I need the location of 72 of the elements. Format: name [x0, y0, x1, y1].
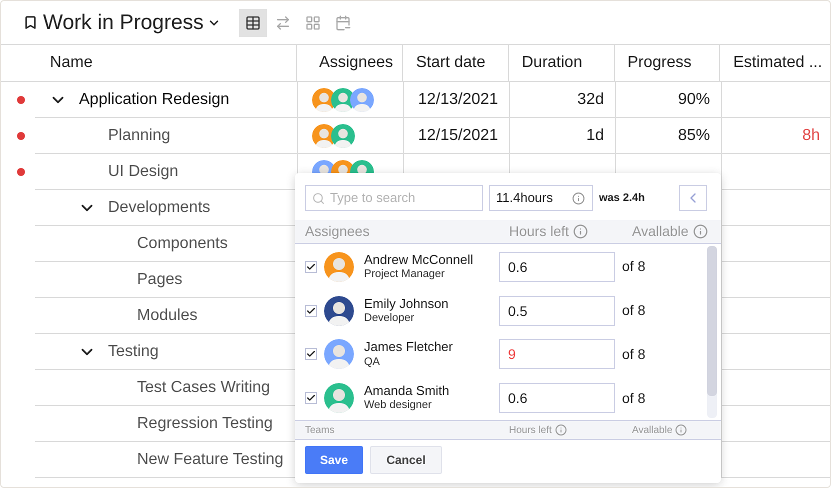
flow-view-icon — [274, 14, 291, 30]
available-hours: of 8 — [622, 257, 646, 276]
bookmark-icon — [23, 15, 38, 30]
person-role: QA — [364, 356, 381, 370]
cancel-button[interactable]: Cancel — [370, 446, 442, 474]
percent-complete-text: 85% — [678, 126, 710, 146]
column-header: Hours left — [509, 222, 569, 241]
info-icon[interactable] — [572, 192, 585, 204]
grid-view-icon — [304, 14, 321, 30]
duration: 1d — [586, 126, 604, 146]
column-header: Progress — [628, 53, 692, 73]
info-icon[interactable] — [572, 224, 588, 239]
task-name: Developments — [108, 198, 210, 218]
back-button[interactable] — [679, 185, 707, 211]
person-name: Emily Johnson — [364, 296, 450, 312]
person-name: Amanda Smith — [364, 383, 450, 400]
task-name: Application Redesign — [79, 90, 230, 110]
duration: 32d — [577, 90, 604, 110]
person-role: Project Manager — [364, 268, 446, 282]
column-header: Assignees — [319, 53, 393, 73]
start-date: 12/13/2021 — [418, 90, 498, 110]
info-icon[interactable] — [554, 424, 567, 436]
column-header: Hours left — [509, 424, 552, 438]
available-hours: of 8 — [622, 388, 646, 408]
column-header: Assignees — [305, 222, 371, 241]
hours-input[interactable]: 9 — [499, 339, 615, 370]
available-hours: of 8 — [622, 344, 646, 364]
hours-input[interactable]: 0.6 — [499, 383, 615, 414]
task-name: New Feature Testing — [137, 450, 284, 470]
checkbox[interactable] — [305, 348, 317, 360]
column-header: Teams — [305, 424, 336, 438]
estimated-time: 8h — [802, 126, 820, 146]
view-toggle-button[interactable] — [238, 8, 267, 36]
scrollbar[interactable] — [707, 246, 717, 418]
checkbox[interactable] — [305, 304, 317, 317]
previous-value: was 2.4h — [599, 190, 645, 206]
task-name: Regression Testing — [137, 414, 273, 434]
info-icon[interactable] — [692, 224, 708, 239]
hours-input[interactable]: 0.6 — [499, 252, 615, 282]
task-name: Modules — [137, 306, 198, 326]
column-header: Avallable — [632, 222, 689, 241]
task-name: Testing — [108, 342, 159, 362]
save-button[interactable]: Save — [305, 446, 363, 474]
task-name: Planning — [108, 126, 170, 146]
column-header: Avallable — [632, 424, 672, 438]
calendar-view-icon — [334, 14, 351, 30]
person-role: Web designer — [364, 399, 433, 414]
column-header: Name — [50, 53, 93, 73]
person-role: Developer — [364, 312, 416, 326]
person-name: James Fletcher — [364, 339, 454, 356]
task-name: Test Cases Writing — [137, 378, 270, 398]
table-view-icon — [244, 14, 261, 30]
task-name: UI Design — [108, 162, 178, 182]
checkbox[interactable] — [305, 392, 317, 404]
percent-complete-text: 90% — [678, 90, 710, 110]
search-input[interactable]: Type to search — [330, 188, 475, 208]
info-icon[interactable] — [675, 424, 688, 436]
column-header: Estimated ... — [733, 53, 822, 73]
search-field[interactable]: Type to search — [305, 185, 483, 211]
checkbox[interactable] — [305, 260, 317, 273]
available-hours: of 8 — [622, 301, 646, 320]
hours-input[interactable]: 11.4hours — [496, 188, 572, 208]
hours-input[interactable]: 0.5 — [499, 296, 615, 326]
task-name: Pages — [137, 270, 182, 290]
search-icon — [312, 192, 325, 204]
column-header: Duration — [522, 53, 582, 73]
task-name: Components — [137, 234, 228, 254]
column-header: Start date — [416, 53, 486, 73]
start-date: 12/15/2021 — [418, 126, 498, 146]
hours-field[interactable]: 11.4hours — [489, 185, 593, 211]
view-title: Work in Progress — [43, 10, 204, 36]
person-name: Andrew McConnell — [364, 252, 474, 268]
